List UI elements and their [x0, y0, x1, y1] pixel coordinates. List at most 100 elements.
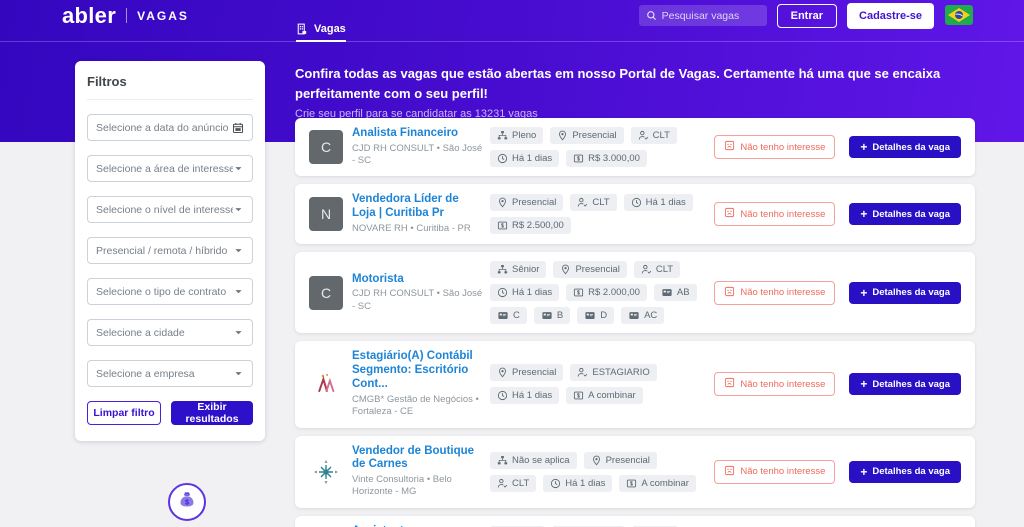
job-title-link[interactable]: Estagiário(A) Contábil Segmento: Escritó…: [352, 350, 484, 391]
chevron-down-icon: [235, 372, 242, 376]
filter-area-select[interactable]: Selecione a área de interesse: [87, 155, 253, 182]
badge-label: Há 1 dias: [565, 477, 606, 489]
filter-city-select[interactable]: Selecione a cidade: [87, 319, 253, 346]
job-badge: Há 1 dias: [490, 284, 560, 302]
badge-label: CLT: [512, 477, 530, 489]
job-badge: AB: [653, 284, 697, 302]
badge-label: B: [556, 310, 564, 322]
apply-filter-button[interactable]: Exibir resultados: [171, 401, 253, 425]
login-button[interactable]: Entrar: [776, 3, 838, 28]
filter-date-select[interactable]: Selecione a data do anúncio: [87, 114, 253, 141]
badge-label: CLT: [655, 264, 674, 276]
job-title-link[interactable]: Vendedora Líder de Loja | Curitiba Pr: [352, 193, 484, 221]
signup-button[interactable]: Cadastre-se: [847, 2, 934, 29]
badge-label: Presencial: [512, 197, 557, 209]
reject-label: Não tenho interesse: [740, 466, 826, 478]
job-info: Analista Financeiro CJD RH CONSULT • São…: [352, 127, 484, 167]
details-button[interactable]: + Detalhes da vaga: [849, 460, 961, 483]
job-card: Estagiário(A) Contábil Segmento: Escritó…: [295, 341, 975, 428]
details-label: Detalhes da vaga: [872, 141, 950, 153]
company-avatar: C: [309, 130, 343, 165]
plus-icon: +: [860, 207, 868, 222]
badge-label: Presencial: [575, 264, 620, 276]
reject-button[interactable]: Não tenho interesse: [714, 372, 836, 397]
brazil-flag-icon: [945, 5, 973, 25]
job-title-link[interactable]: Analista Financeiro: [352, 127, 484, 141]
filter-company-select[interactable]: Selecione a empresa: [87, 360, 253, 387]
details-button[interactable]: + Detalhes da vaga: [849, 136, 961, 159]
filter-contract-select[interactable]: Selecione o tipo de contrato: [87, 278, 253, 305]
job-info: Vendedora Líder de Loja | Curitiba Pr NO…: [352, 193, 484, 235]
reject-label: Não tenho interesse: [740, 208, 826, 220]
job-actions: Não tenho interesse + Detalhes da vaga: [714, 459, 961, 484]
hero-copy: Confira todas as vagas que estão abertas…: [295, 64, 965, 120]
job-badge: ESTAGIARIO: [570, 364, 657, 382]
filters-title: Filtros: [87, 74, 253, 100]
details-label: Detalhes da vaga: [872, 466, 950, 478]
brand-suffix: VAGAS: [137, 8, 189, 23]
job-badges: Não se aplica Presencial CLT Há 1 dias A com…: [490, 451, 706, 492]
job-title-link[interactable]: Vendedor de Boutique de Carnes: [352, 445, 484, 473]
details-button[interactable]: + Detalhes da vaga: [849, 281, 961, 304]
details-label: Detalhes da vaga: [872, 378, 950, 390]
badge-label: R$ 3.000,00: [588, 153, 640, 165]
sitemap-icon: [497, 455, 508, 466]
job-card: C Motorista CJD RH CONSULT • São José - …: [295, 252, 975, 334]
clear-filter-button[interactable]: Limpar filtro: [87, 401, 161, 425]
reject-button[interactable]: Não tenho interesse: [714, 280, 836, 305]
reject-label: Não tenho interesse: [740, 378, 826, 390]
badge-label: Há 1 dias: [512, 287, 553, 299]
filter-level-select[interactable]: Selecione o nível de interesse: [87, 196, 253, 223]
id-card-icon: [541, 310, 553, 321]
plus-icon: +: [860, 285, 868, 300]
sitemap-icon: [497, 264, 508, 275]
location-pin-icon: [497, 367, 508, 378]
details-button[interactable]: + Detalhes da vaga: [849, 203, 961, 226]
filter-placeholder: Selecione o nível de interesse: [96, 203, 234, 216]
job-badges: Sênior Presencial CLT Há 1 dias R$ 2.000,00 A…: [490, 261, 706, 325]
details-button[interactable]: + Detalhes da vaga: [849, 373, 961, 396]
filter-modality-select[interactable]: Presencial / remota / híbrido: [87, 237, 253, 264]
job-actions: Não tenho interesse + Detalhes da vaga: [714, 372, 961, 397]
job-actions: Não tenho interesse + Detalhes da vaga: [714, 202, 961, 227]
filter-placeholder: Selecione o tipo de contrato: [96, 285, 227, 298]
sad-face-icon: [724, 286, 735, 300]
salary-fab-button[interactable]: $: [168, 483, 206, 521]
job-badge: Pleno: [490, 127, 544, 145]
job-badge: Há 1 dias: [490, 387, 560, 405]
badge-label: AC: [644, 310, 658, 322]
sad-face-icon: [724, 207, 735, 221]
job-badge: B: [533, 307, 571, 325]
reject-button[interactable]: Não tenho interesse: [714, 459, 836, 484]
job-badge: Há 1 dias: [623, 194, 693, 212]
search-input[interactable]: [638, 5, 767, 26]
banknote-icon: [626, 478, 637, 489]
reject-button[interactable]: Não tenho interesse: [714, 135, 836, 160]
job-badge: CLT: [633, 261, 681, 279]
job-title-link[interactable]: Motorista: [352, 273, 484, 287]
job-badge: Não se aplica: [490, 451, 577, 469]
chevron-down-icon: [235, 167, 242, 171]
job-badge: C: [490, 307, 527, 325]
tab-vagas[interactable]: Vagas: [296, 23, 346, 42]
sitemap-icon: [497, 130, 508, 141]
reject-button[interactable]: Não tenho interesse: [714, 202, 836, 227]
filter-placeholder: Selecione a data do anúncio: [96, 121, 229, 134]
badge-label: Presencial: [512, 367, 557, 379]
building-icon: [297, 23, 307, 35]
banknote-icon: [497, 220, 508, 231]
badge-label: R$ 2.000,00: [588, 287, 640, 299]
job-actions: Não tenho interesse + Detalhes da vaga: [714, 280, 961, 305]
reject-label: Não tenho interesse: [740, 287, 826, 299]
job-badges: Presencial CLT Há 1 dias R$ 2.500,00: [490, 194, 706, 235]
id-card-icon: [661, 287, 673, 298]
badge-label: A combinar: [641, 477, 689, 489]
filter-placeholder: Selecione a empresa: [96, 367, 195, 380]
person-icon: [638, 130, 649, 141]
job-badge: R$ 3.000,00: [566, 150, 647, 168]
job-badge: A combinar: [619, 474, 696, 492]
language-flag-button[interactable]: [944, 5, 974, 26]
job-actions: Não tenho interesse + Detalhes da vaga: [714, 135, 961, 160]
job-badge: Presencial: [553, 261, 627, 279]
brand-logo[interactable]: abler VAGAS: [62, 3, 189, 29]
